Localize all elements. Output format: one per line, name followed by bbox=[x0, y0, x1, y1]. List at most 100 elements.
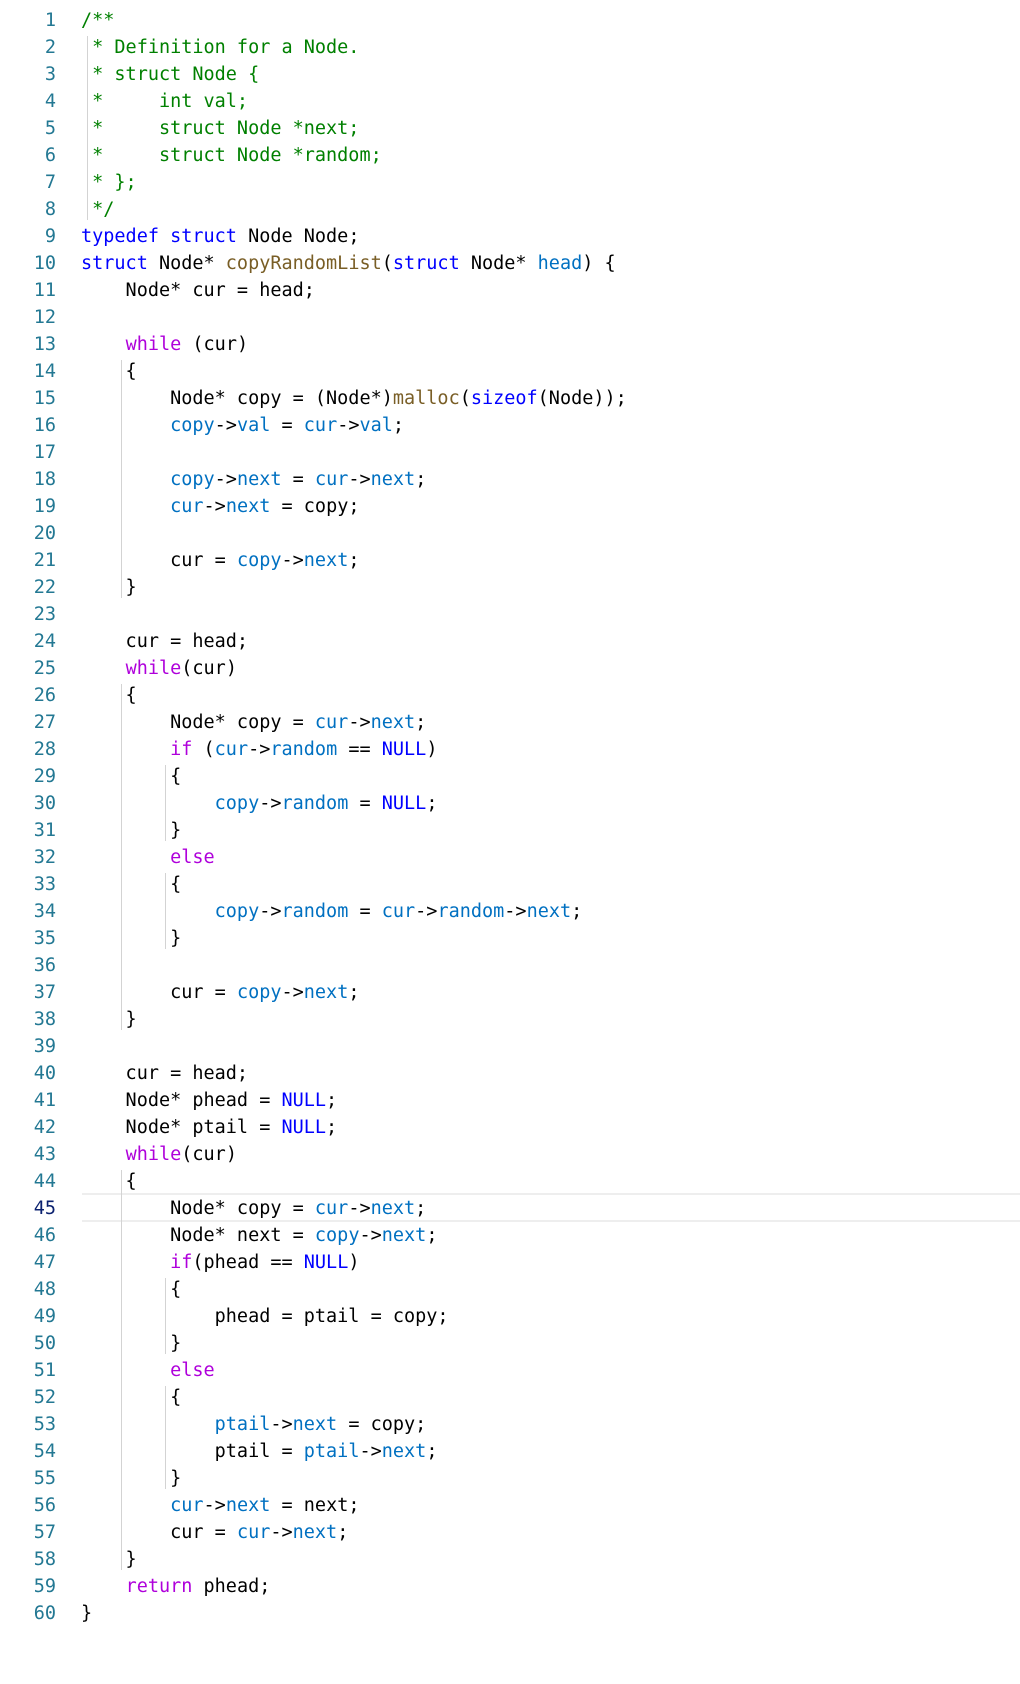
code-line[interactable]: 46 Node* next = copy->next; bbox=[0, 1222, 1020, 1249]
code-line[interactable]: 58 } bbox=[0, 1546, 1020, 1573]
code-line[interactable]: 4 * int val; bbox=[0, 88, 1020, 115]
code-text[interactable]: while (cur) bbox=[81, 331, 249, 358]
code-text[interactable]: cur->next = next; bbox=[81, 1492, 359, 1519]
code-line[interactable]: 17 bbox=[0, 439, 1020, 466]
code-text[interactable]: typedef struct Node Node; bbox=[81, 223, 359, 250]
code-line[interactable]: 47 if(phead == NULL) bbox=[0, 1249, 1020, 1276]
code-line[interactable]: 31 } bbox=[0, 817, 1020, 844]
code-line[interactable]: 38 } bbox=[0, 1006, 1020, 1033]
code-text[interactable]: Node* copy = cur->next; bbox=[81, 1195, 426, 1222]
code-line[interactable]: 7 * }; bbox=[0, 169, 1020, 196]
code-text[interactable]: if(phead == NULL) bbox=[81, 1249, 359, 1276]
code-text[interactable]: copy->next = cur->next; bbox=[81, 466, 426, 493]
code-line[interactable]: 33 { bbox=[0, 871, 1020, 898]
code-text[interactable]: ptail->next = copy; bbox=[81, 1411, 427, 1438]
code-line[interactable]: 40 cur = head; bbox=[0, 1060, 1020, 1087]
code-line[interactable]: 25 while(cur) bbox=[0, 655, 1020, 682]
code-line[interactable]: 19 cur->next = copy; bbox=[0, 493, 1020, 520]
code-line[interactable]: 6 * struct Node *random; bbox=[0, 142, 1020, 169]
code-text[interactable]: } bbox=[81, 1600, 92, 1627]
code-text[interactable]: while(cur) bbox=[81, 1141, 237, 1168]
code-line[interactable]: 29 { bbox=[0, 763, 1020, 790]
code-text[interactable]: copy->random = NULL; bbox=[81, 790, 438, 817]
code-line[interactable]: 32 else bbox=[0, 844, 1020, 871]
code-text[interactable]: */ bbox=[81, 196, 114, 223]
code-line[interactable]: 20 bbox=[0, 520, 1020, 547]
code-line[interactable]: 10 struct Node* copyRandomList(struct Nod… bbox=[0, 250, 1020, 277]
code-text[interactable]: } bbox=[81, 1330, 181, 1357]
code-text[interactable]: Node* copy = cur->next; bbox=[81, 709, 426, 736]
code-text[interactable]: Node* phead = NULL; bbox=[81, 1087, 338, 1114]
code-text[interactable]: return phead; bbox=[81, 1573, 271, 1600]
code-line[interactable]: 16 copy->val = cur->val; bbox=[0, 412, 1020, 439]
code-line[interactable]: 50 } bbox=[0, 1330, 1020, 1357]
code-line[interactable]: 12 bbox=[0, 304, 1020, 331]
code-line[interactable]: 48 { bbox=[0, 1276, 1020, 1303]
code-text[interactable]: * struct Node *next; bbox=[81, 115, 359, 142]
code-line[interactable]: 54 ptail = ptail->next; bbox=[0, 1438, 1020, 1465]
code-text[interactable]: cur = copy->next; bbox=[81, 547, 359, 574]
code-line[interactable]: 42 Node* ptail = NULL; bbox=[0, 1114, 1020, 1141]
code-text[interactable]: } bbox=[81, 1465, 181, 1492]
code-line[interactable]: 59 return phead; bbox=[0, 1573, 1020, 1600]
code-line[interactable]: 45 Node* copy = cur->next; bbox=[0, 1195, 1020, 1222]
code-text[interactable]: * struct Node { bbox=[81, 61, 259, 88]
code-text[interactable]: else bbox=[81, 844, 215, 871]
code-line[interactable]: 36 bbox=[0, 952, 1020, 979]
code-text[interactable]: { bbox=[81, 763, 181, 790]
code-line[interactable]: 60} bbox=[0, 1600, 1020, 1627]
code-text[interactable]: while(cur) bbox=[81, 655, 237, 682]
code-text[interactable]: } bbox=[81, 574, 137, 601]
code-text[interactable]: } bbox=[81, 817, 181, 844]
code-text[interactable]: cur = head; bbox=[81, 1060, 249, 1087]
code-text[interactable]: Node* next = copy->next; bbox=[81, 1222, 437, 1249]
code-text[interactable]: cur = cur->next; bbox=[81, 1519, 348, 1546]
code-line[interactable]: 53 ptail->next = copy; bbox=[0, 1411, 1020, 1438]
code-line[interactable]: 22 } bbox=[0, 574, 1020, 601]
code-text[interactable]: } bbox=[81, 925, 181, 952]
code-line[interactable]: 39 bbox=[0, 1033, 1020, 1060]
code-line[interactable]: 43 while(cur) bbox=[0, 1141, 1020, 1168]
code-text[interactable]: cur->next = copy; bbox=[81, 493, 359, 520]
code-line[interactable]: 52 { bbox=[0, 1384, 1020, 1411]
code-line[interactable]: 14 { bbox=[0, 358, 1020, 385]
code-line[interactable]: 41 Node* phead = NULL; bbox=[0, 1087, 1020, 1114]
code-line[interactable]: 15 Node* copy = (Node*)malloc(sizeof(Nod… bbox=[0, 385, 1020, 412]
code-line[interactable]: 5 * struct Node *next; bbox=[0, 115, 1020, 142]
code-text[interactable]: Node* copy = (Node*)malloc(sizeof(Node))… bbox=[81, 385, 627, 412]
code-text[interactable]: { bbox=[81, 1276, 181, 1303]
code-line[interactable]: 11 Node* cur = head; bbox=[0, 277, 1020, 304]
code-text[interactable]: { bbox=[81, 871, 181, 898]
code-line[interactable]: 55 } bbox=[0, 1465, 1020, 1492]
code-line[interactable]: 9 typedef struct Node Node; bbox=[0, 223, 1020, 250]
code-text[interactable]: cur = head; bbox=[81, 628, 249, 655]
code-line[interactable]: 57 cur = cur->next; bbox=[0, 1519, 1020, 1546]
code-editor[interactable]: 1/** 2 * Definition for a Node. 3 * struct… bbox=[0, 0, 1020, 1684]
code-text[interactable]: * Definition for a Node. bbox=[81, 34, 359, 61]
code-text[interactable]: } bbox=[81, 1006, 137, 1033]
code-line[interactable]: 28 if (cur->random == NULL) bbox=[0, 736, 1020, 763]
code-line[interactable]: 21 cur = copy->next; bbox=[0, 547, 1020, 574]
code-text[interactable]: /** bbox=[81, 7, 114, 34]
code-text[interactable]: { bbox=[81, 1168, 137, 1195]
code-text[interactable]: { bbox=[81, 1384, 181, 1411]
code-text[interactable]: copy->random = cur->random->next; bbox=[81, 898, 583, 925]
code-text[interactable]: copy->val = cur->val; bbox=[81, 412, 404, 439]
code-line[interactable]: 24 cur = head; bbox=[0, 628, 1020, 655]
code-text[interactable]: { bbox=[81, 358, 137, 385]
code-line[interactable]: 27 Node* copy = cur->next; bbox=[0, 709, 1020, 736]
code-line[interactable]: 37 cur = copy->next; bbox=[0, 979, 1020, 1006]
code-text[interactable]: struct Node* copyRandomList(struct Node*… bbox=[81, 250, 616, 277]
code-text[interactable]: if (cur->random == NULL) bbox=[81, 736, 437, 763]
code-line[interactable]: 51 else bbox=[0, 1357, 1020, 1384]
code-line[interactable]: 23 bbox=[0, 601, 1020, 628]
code-text[interactable]: cur = copy->next; bbox=[81, 979, 359, 1006]
code-line[interactable]: 3 * struct Node { bbox=[0, 61, 1020, 88]
code-text[interactable]: * struct Node *random; bbox=[81, 142, 382, 169]
code-text[interactable]: * }; bbox=[81, 169, 137, 196]
code-line[interactable]: 13 while (cur) bbox=[0, 331, 1020, 358]
code-line[interactable]: 30 copy->random = NULL; bbox=[0, 790, 1020, 817]
code-line[interactable]: 35 } bbox=[0, 925, 1020, 952]
code-line[interactable]: 56 cur->next = next; bbox=[0, 1492, 1020, 1519]
code-text[interactable]: phead = ptail = copy; bbox=[81, 1303, 449, 1330]
